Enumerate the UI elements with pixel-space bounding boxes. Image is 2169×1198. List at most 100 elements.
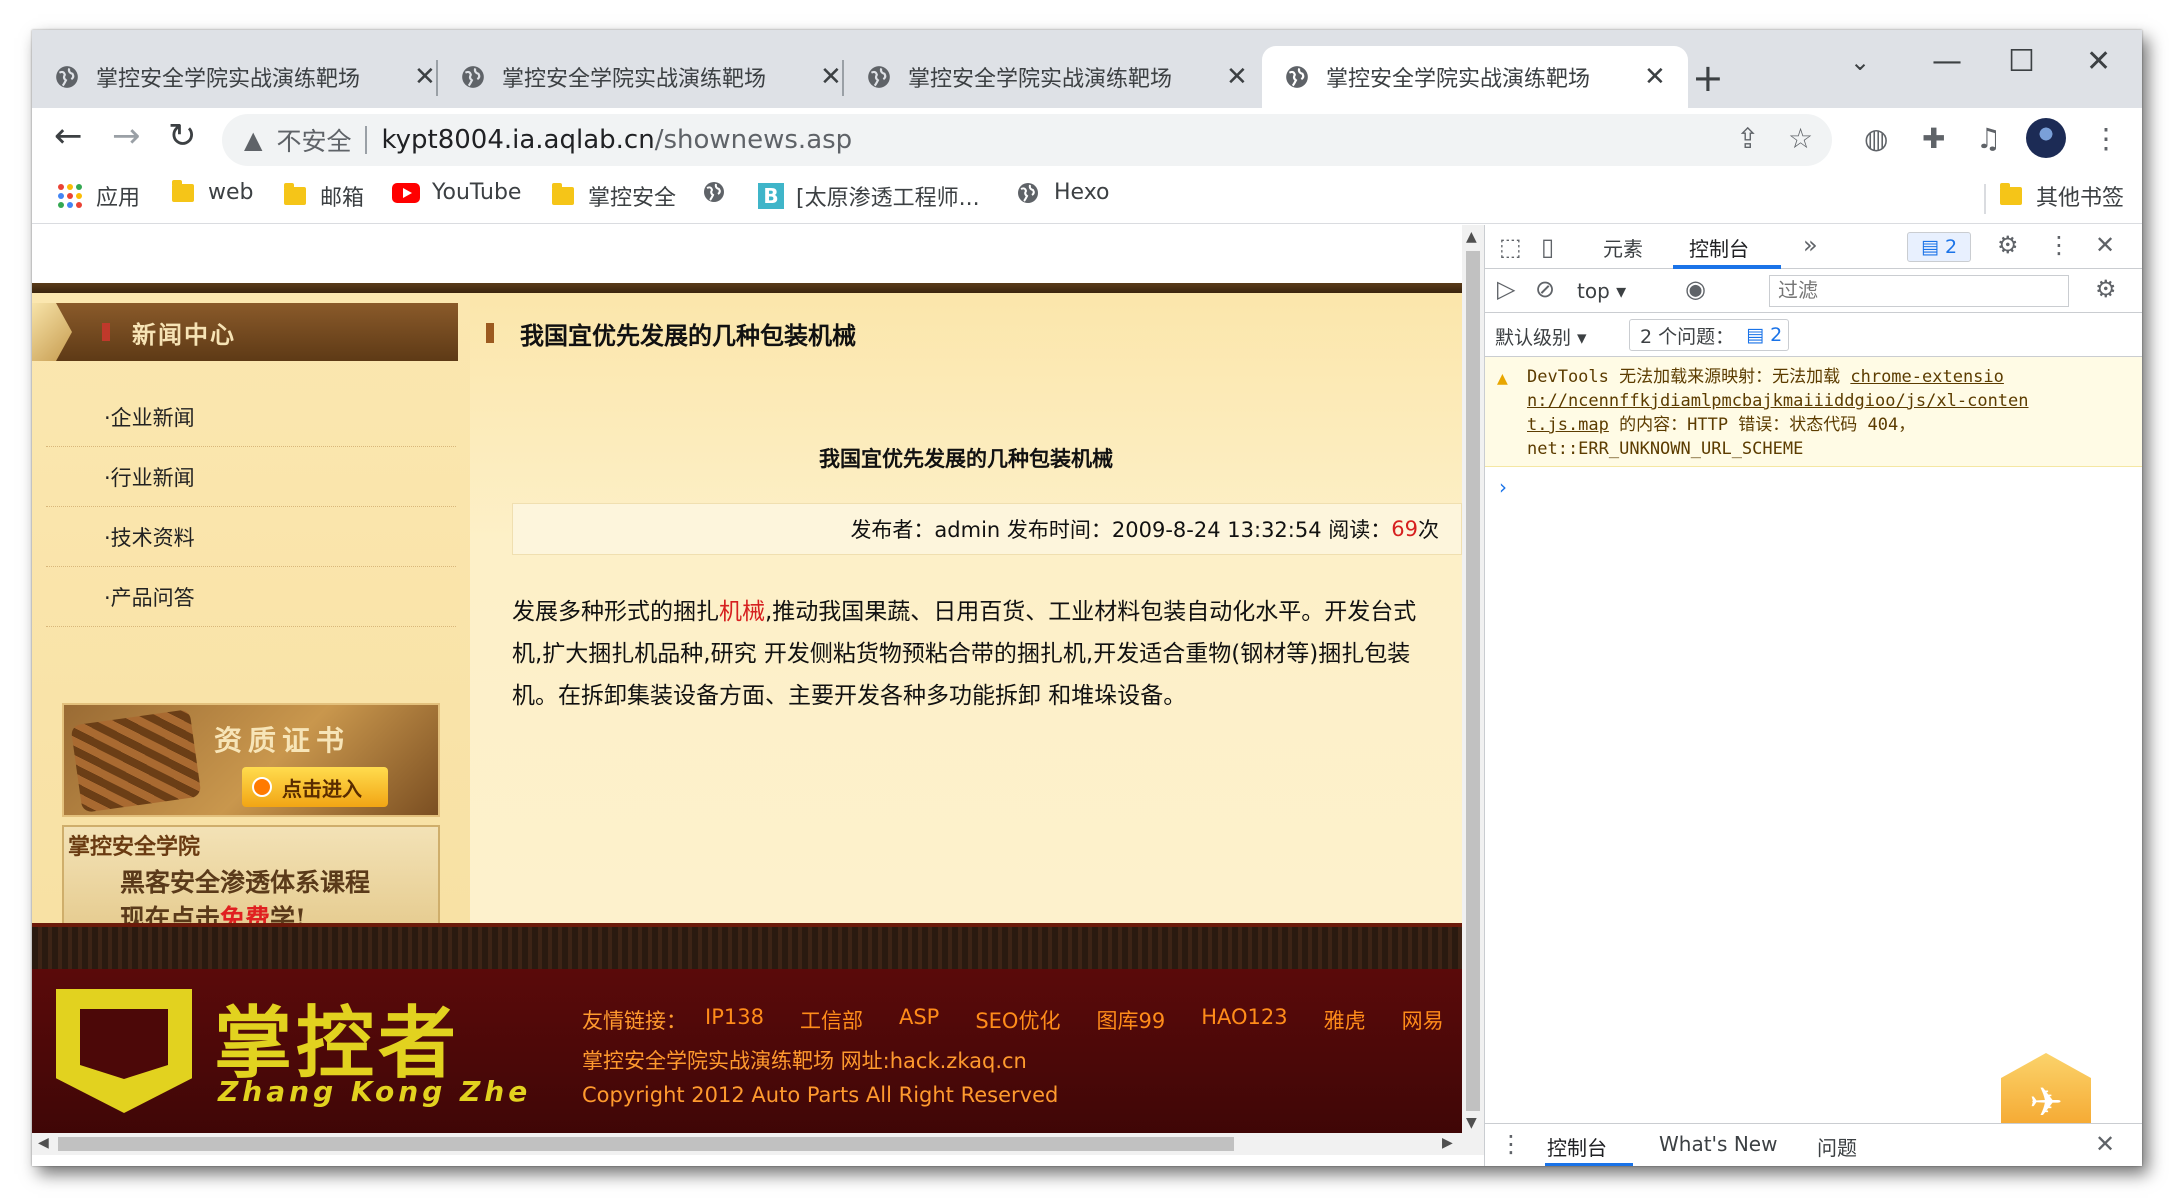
- tab-elements[interactable]: 元素: [1603, 233, 1643, 262]
- bookmark-label: 应用: [96, 186, 141, 211]
- clear-console-icon[interactable]: ⊘: [1535, 275, 1555, 303]
- friend-link[interactable]: 图库99: [1096, 1005, 1165, 1035]
- sidebar-toggle-icon[interactable]: ▷: [1497, 275, 1515, 303]
- more-tabs-icon[interactable]: »: [1803, 231, 1818, 259]
- bookmark-divider: [1984, 184, 1986, 214]
- scroll-down-icon[interactable]: ▼: [1466, 1115, 1477, 1131]
- drawer-tab-console[interactable]: 控制台: [1547, 1132, 1607, 1161]
- warning-icon[interactable]: ▲: [244, 126, 262, 154]
- drawer-tab-issues[interactable]: 问题: [1817, 1132, 1857, 1161]
- friend-link[interactable]: 雅虎: [1324, 1005, 1366, 1035]
- tab-search-chevron-icon[interactable]: ⌄: [1850, 48, 1870, 76]
- browser-tab-active[interactable]: 掌控安全学院实战演练靶场 ✕: [1262, 46, 1688, 108]
- devtools-close-icon[interactable]: ✕: [2095, 231, 2115, 259]
- bookmark-zkaq[interactable]: 掌控安全: [552, 180, 676, 212]
- share-icon[interactable]: ⇪: [1736, 122, 1759, 155]
- settings-gear-icon[interactable]: ⚙: [1997, 231, 2019, 259]
- bookmark-other[interactable]: 其他书签: [2000, 180, 2124, 212]
- bookmark-label: Hexo: [1054, 180, 1110, 205]
- extensions-puzzle-icon[interactable]: ✚: [1922, 122, 1945, 155]
- close-tab-icon[interactable]: ✕: [1226, 62, 1248, 92]
- bookmark-star-icon[interactable]: ☆: [1788, 122, 1813, 155]
- drawer-close-icon[interactable]: ✕: [2095, 1130, 2115, 1158]
- address-bar[interactable]: ▲ 不安全 kypt8004.ia.aqlab.cn /shownews.asp: [222, 114, 1832, 166]
- banner-strip: [32, 283, 1462, 293]
- console-filter-input[interactable]: [1769, 275, 2069, 307]
- bookmark-label: YouTube: [432, 180, 522, 205]
- category-link[interactable]: ·产品问答: [46, 567, 456, 627]
- menu-dots-icon[interactable]: ⋮: [2092, 122, 2120, 155]
- console-prompt-icon[interactable]: ›: [1499, 475, 1507, 499]
- not-secure-label[interactable]: 不安全: [276, 122, 351, 158]
- url-path[interactable]: /shownews.asp: [655, 125, 853, 155]
- tab-strip: 掌控安全学院实战演练靶场 ✕ 掌控安全学院实战演练靶场 ✕ 掌控安全学院实战演练…: [32, 30, 2142, 108]
- horizontal-scroll-thumb[interactable]: [58, 1137, 1234, 1151]
- close-tab-icon[interactable]: ✕: [1644, 62, 1666, 92]
- friend-link[interactable]: 工信部: [800, 1005, 863, 1035]
- device-toggle-icon[interactable]: ▯: [1541, 233, 1554, 261]
- browser-tab[interactable]: 掌控安全学院实战演练靶场 ✕: [32, 46, 458, 108]
- certificate-banner[interactable]: 资质证书 点击进入: [62, 703, 440, 817]
- scroll-left-icon[interactable]: ◀: [38, 1135, 49, 1151]
- context-select[interactable]: top ▾: [1577, 279, 1626, 303]
- source-map-link[interactable]: t.js.map: [1527, 415, 1609, 435]
- enter-button-label: 点击进入: [282, 776, 362, 801]
- log-level-select[interactable]: 默认级别 ▾: [1495, 323, 1587, 350]
- category-link[interactable]: ·企业新闻: [46, 387, 456, 447]
- category-link[interactable]: ·行业新闻: [46, 447, 456, 507]
- footer-copyright: Copyright 2012 Auto Parts All Right Rese…: [582, 1083, 1059, 1107]
- tab-console[interactable]: 控制台: [1689, 233, 1749, 262]
- bookmark-taiyuan[interactable]: B [太原渗透工程师...: [758, 180, 980, 212]
- vertical-scroll-thumb[interactable]: [1466, 251, 1480, 1111]
- minimize-icon[interactable]: —: [1932, 44, 1962, 79]
- new-tab-icon[interactable]: +: [1692, 56, 1724, 100]
- friend-link[interactable]: HAO123: [1201, 1005, 1287, 1035]
- issues-counter[interactable]: 2 个问题： ▤ 2: [1629, 319, 1789, 351]
- source-map-link[interactable]: chrome-extensio: [1850, 367, 2004, 387]
- close-tab-icon[interactable]: ✕: [414, 62, 436, 92]
- horizontal-scrollbar[interactable]: ◀ ▶: [32, 1133, 1462, 1155]
- source-map-link[interactable]: n://ncennffkjdiamlpmcbajkmaiiiddgioo/js/…: [1527, 389, 2133, 413]
- read-count: 69: [1391, 517, 1418, 541]
- arrow-icon: [32, 303, 72, 361]
- category-link[interactable]: ·技术资料: [46, 507, 456, 567]
- back-icon[interactable]: ←: [54, 116, 83, 156]
- body-keyword-link[interactable]: 机械: [719, 599, 765, 625]
- drawer-menu-icon[interactable]: ⋮: [1499, 1130, 1523, 1158]
- live-expression-eye-icon[interactable]: ◉: [1685, 275, 1706, 303]
- devtools-menu-icon[interactable]: ⋮: [2047, 231, 2071, 259]
- maximize-icon[interactable]: ☐: [2008, 44, 2035, 79]
- bookmark-label: web: [208, 180, 254, 205]
- extension-globe-icon[interactable]: ◍: [1864, 122, 1888, 155]
- browser-tab[interactable]: 掌控安全学院实战演练靶场 ✕: [438, 46, 864, 108]
- issues-badge[interactable]: ▤ 2: [1907, 232, 1971, 262]
- browser-tab[interactable]: 掌控安全学院实战演练靶场 ✕: [844, 46, 1270, 108]
- bookmark-web[interactable]: web: [172, 179, 254, 205]
- bookmark-youtube[interactable]: YouTube: [392, 180, 521, 205]
- scroll-up-icon[interactable]: ▲: [1466, 229, 1477, 245]
- bookmark-apps[interactable]: 应用: [58, 180, 140, 212]
- friend-link[interactable]: IP138: [705, 1005, 764, 1035]
- scroll-right-icon[interactable]: ▶: [1442, 1135, 1453, 1151]
- enter-button[interactable]: 点击进入: [242, 767, 388, 807]
- vertical-scrollbar[interactable]: ▲ ▼: [1462, 225, 1484, 1155]
- window-close-icon[interactable]: ✕: [2086, 44, 2111, 79]
- drawer-tab-whats-new[interactable]: What's New: [1659, 1132, 1777, 1156]
- forward-icon[interactable]: →: [112, 116, 141, 156]
- bookmark-hexo[interactable]: Hexo: [1016, 180, 1110, 205]
- folder-icon: [552, 183, 574, 205]
- reload-icon[interactable]: ↻: [168, 116, 197, 156]
- warning-text: DevTools 无法加载来源映射：无法加载: [1527, 367, 1851, 387]
- bookmark-mail[interactable]: 邮箱: [284, 180, 364, 212]
- media-control-icon[interactable]: ♫: [1976, 122, 2001, 155]
- url-host[interactable]: kypt8004.ia.aqlab.cn: [381, 125, 654, 155]
- inspect-element-icon[interactable]: ⬚: [1499, 233, 1522, 261]
- bookmark-label: 其他书签: [2036, 186, 2125, 211]
- profile-avatar[interactable]: [2026, 118, 2066, 158]
- friend-link[interactable]: ASP: [899, 1005, 939, 1035]
- console-settings-icon[interactable]: ⚙: [2095, 275, 2117, 303]
- bookmark-globe[interactable]: [702, 180, 740, 204]
- friend-link[interactable]: SEO优化: [975, 1005, 1060, 1035]
- friend-link[interactable]: 网易: [1402, 1005, 1444, 1035]
- close-tab-icon[interactable]: ✕: [820, 62, 842, 92]
